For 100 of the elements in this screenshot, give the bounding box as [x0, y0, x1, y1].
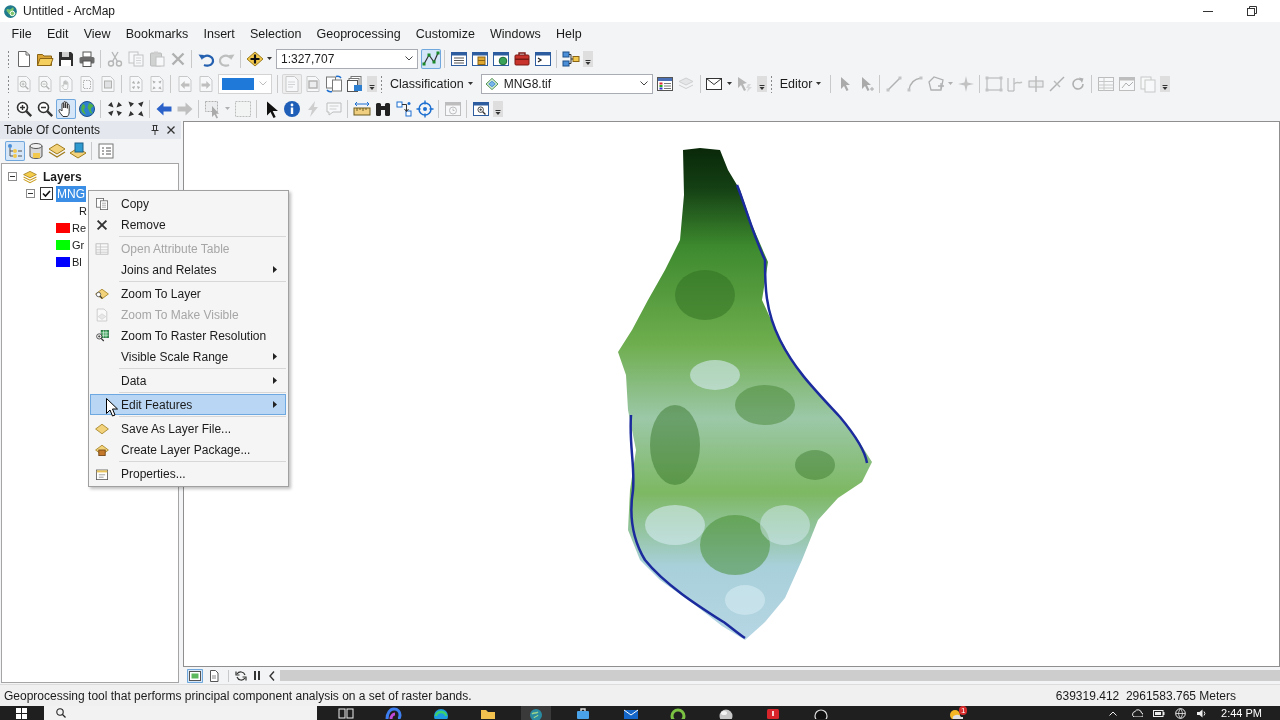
pin-icon[interactable] [151, 125, 159, 135]
toolbar-grip[interactable] [7, 99, 10, 118]
raster-diamond-icon [483, 75, 500, 92]
search-field[interactable] [44, 706, 317, 720]
node-list-icon[interactable] [4, 141, 25, 161]
menu-item[interactable]: Selection [242, 25, 309, 43]
legend-label: Bl [71, 254, 83, 269]
globe-icon[interactable] [1175, 707, 1187, 719]
menu-item[interactable]: File [4, 25, 40, 43]
menu-item[interactable]: Geoprocessing [308, 25, 409, 43]
caret-icon[interactable] [816, 82, 822, 85]
globe-icon [3, 3, 18, 19]
context-menu-item[interactable]: Create Layer Package... [90, 439, 286, 460]
chevron-up-icon[interactable] [1109, 710, 1118, 716]
globe-icon[interactable] [76, 98, 97, 119]
search-icon [56, 708, 66, 718]
menu-item[interactable]: Windows [482, 25, 549, 43]
battery-icon[interactable] [1153, 709, 1166, 717]
info-icon[interactable] [281, 98, 302, 119]
crosshair-icon[interactable] [414, 98, 435, 119]
panel-title: Table Of Contents [4, 123, 102, 137]
context-menu-item[interactable]: Visible Scale Range [90, 346, 286, 367]
toolbar-overflow-icon[interactable] [756, 73, 767, 94]
cloud-icon[interactable] [1131, 709, 1144, 717]
horizontal-scrollbar[interactable] [280, 670, 1280, 681]
window-title: Untitled - ArcMap [23, 4, 116, 18]
page-stack-icon[interactable] [344, 73, 365, 94]
toolbar-overflow-icon[interactable] [493, 98, 503, 119]
menu-item[interactable]: View [76, 25, 119, 43]
flowchart-icon[interactable] [560, 48, 581, 69]
toolbar-grip[interactable] [769, 74, 773, 93]
route-boxes-icon[interactable] [393, 98, 414, 119]
globe-icon[interactable] [520, 706, 551, 720]
start-icon[interactable] [16, 707, 27, 719]
caret-icon[interactable] [267, 57, 272, 60]
toolbar-overflow-icon[interactable] [583, 48, 593, 69]
clock[interactable]: 2:44 PM [1221, 706, 1262, 720]
chevron-down-icon[interactable] [639, 81, 648, 86]
context-menu-item[interactable]: Zoom To Layer [90, 283, 286, 304]
caret-icon[interactable] [467, 82, 473, 85]
status-message: Geoprocessing tool that performs principal component analysis on a set of raster bands. [4, 688, 472, 703]
speaker-icon[interactable] [1196, 707, 1208, 719]
tree-expander-icon[interactable] [26, 189, 35, 198]
weather-icon[interactable] [948, 707, 963, 719]
legend-label: Gr [71, 237, 86, 252]
toolbar-grip[interactable] [380, 74, 383, 93]
swap-layout-icon[interactable] [323, 73, 344, 94]
diamond-page-icon [94, 306, 110, 323]
layers-icon [22, 168, 38, 185]
menu-item[interactable]: Insert [195, 25, 243, 43]
caret-icon[interactable] [726, 82, 732, 85]
data-frame-label[interactable]: Layers [42, 168, 83, 185]
toolbar-dropdown-button[interactable]: Classification [386, 76, 479, 91]
mouse-pointer-icon [106, 398, 118, 417]
refresh-icon[interactable] [235, 669, 247, 682]
notification-badge: 1 [959, 706, 968, 715]
context-menu-item[interactable]: Save As Layer File... [90, 418, 286, 439]
menu-item[interactable]: Customize [408, 25, 483, 43]
swirl-icon[interactable] [383, 707, 404, 719]
pause-icon[interactable] [253, 671, 261, 680]
toolbar-grip[interactable] [7, 49, 10, 68]
printer-icon[interactable] [76, 48, 97, 69]
legend-heading: R [78, 203, 88, 218]
hand-icon[interactable] [55, 98, 76, 119]
table-grid-icon [94, 240, 110, 257]
copy-pages-icon [94, 195, 110, 212]
task-view-icon[interactable] [335, 707, 356, 719]
coordinates-readout: 639319.412 2961583.765 Meters [1055, 688, 1236, 703]
menu-item[interactable]: Edit [39, 25, 77, 43]
context-menu-item[interactable]: Remove [90, 214, 286, 235]
context-menu-item[interactable]: Edit Features [90, 394, 286, 415]
submenu-arrow-icon [273, 266, 277, 273]
tree-expander-icon[interactable] [8, 172, 17, 181]
chevron-down-icon[interactable] [405, 56, 413, 61]
layer-checkbox[interactable] [40, 187, 53, 200]
close-icon[interactable] [167, 126, 175, 134]
context-menu-item[interactable]: Properties... [90, 463, 286, 484]
legend-label: Re [71, 220, 88, 235]
toolbar-dropdown-button[interactable]: Editor [775, 76, 828, 91]
restore-icon[interactable] [1247, 6, 1257, 16]
toolbar-overflow-icon[interactable] [367, 73, 377, 94]
menu-item[interactable]: Help [548, 25, 590, 43]
menu-item[interactable]: Bookmarks [118, 25, 196, 43]
map-frame-icon[interactable] [187, 668, 203, 683]
submenu-arrow-icon [273, 353, 277, 360]
chevron-left-icon[interactable] [269, 670, 275, 681]
toolbar-overflow-icon[interactable] [1160, 73, 1171, 94]
submenu-arrow-icon [273, 401, 277, 408]
polyline-vertices-icon[interactable] [420, 48, 441, 69]
context-menu-item[interactable]: Joins and Relates [90, 259, 286, 280]
toolbar-grip[interactable] [7, 74, 10, 93]
context-menu-item[interactable]: Zoom To Raster Resolution [90, 325, 286, 346]
submenu-arrow-icon [273, 377, 277, 384]
context-menu-item[interactable]: Copy [90, 193, 286, 214]
magnifier-grid-icon [94, 327, 110, 344]
context-menu-item[interactable]: Data [90, 370, 286, 391]
minimize-icon[interactable] [1203, 10, 1213, 12]
layer-combo-box[interactable]: MNG8.tif [480, 73, 653, 94]
diamond-page-list-icon[interactable] [67, 141, 88, 161]
scale-combo-box[interactable]: 1:327,707 [276, 48, 418, 69]
